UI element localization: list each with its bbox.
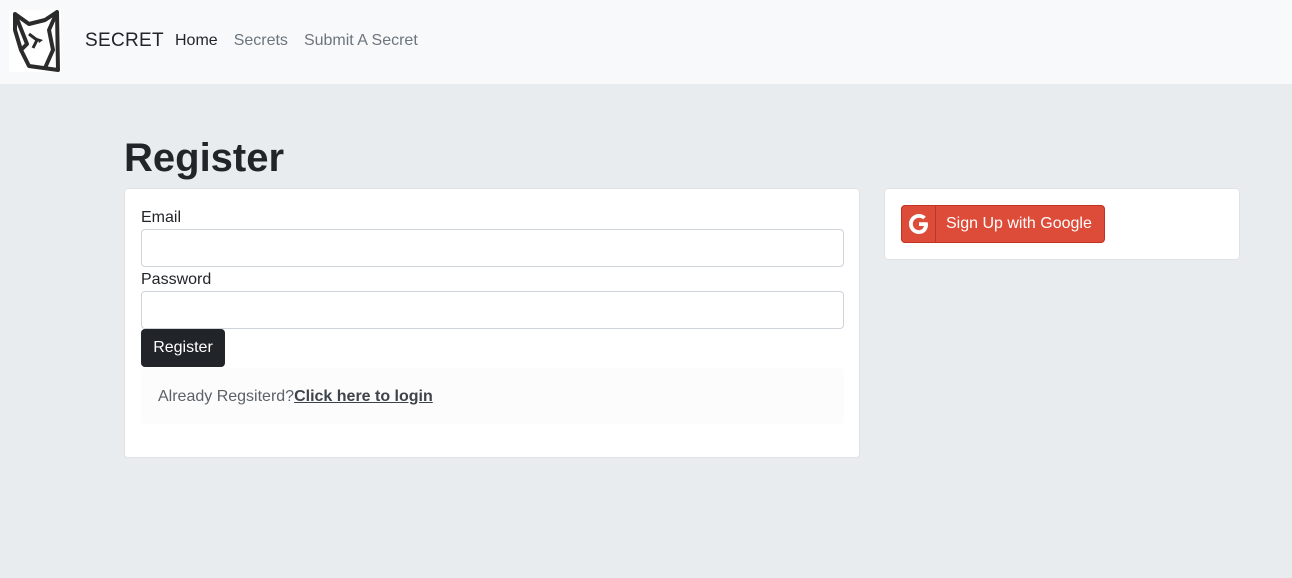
nav-link-home[interactable]: Home — [175, 31, 218, 51]
password-label: Password — [141, 271, 212, 288]
register-button[interactable]: Register — [141, 329, 225, 367]
login-prompt-container: Already Regsiterd?Click here to login — [141, 368, 844, 424]
page-title: Register — [124, 136, 285, 180]
password-input[interactable] — [141, 291, 844, 329]
login-prompt-text: Already Regsiterd? — [158, 388, 295, 405]
nav-link-submit-secret[interactable]: Submit A Secret — [304, 31, 418, 51]
google-signup-button[interactable]: Sign Up with Google — [901, 205, 1105, 243]
brand-link[interactable]: SECRET — [85, 29, 164, 53]
navbar: SECRET Home Secrets Submit A Secret — [0, 0, 1292, 84]
google-g-icon — [902, 206, 936, 242]
email-label: Email — [141, 209, 182, 226]
google-signup-label: Sign Up with Google — [946, 215, 1092, 232]
nav-links: Home Secrets Submit A Secret — [175, 31, 418, 51]
login-prompt: Already Regsiterd?Click here to login — [158, 387, 433, 407]
login-link[interactable]: Click here to login — [294, 388, 433, 405]
nav-link-secrets[interactable]: Secrets — [234, 31, 288, 51]
register-form-card: Email Password Register Already Regsiter… — [124, 188, 860, 458]
email-input[interactable] — [141, 229, 844, 267]
social-signup-card: Sign Up with Google — [884, 188, 1240, 260]
fox-logo-icon[interactable] — [9, 10, 61, 72]
